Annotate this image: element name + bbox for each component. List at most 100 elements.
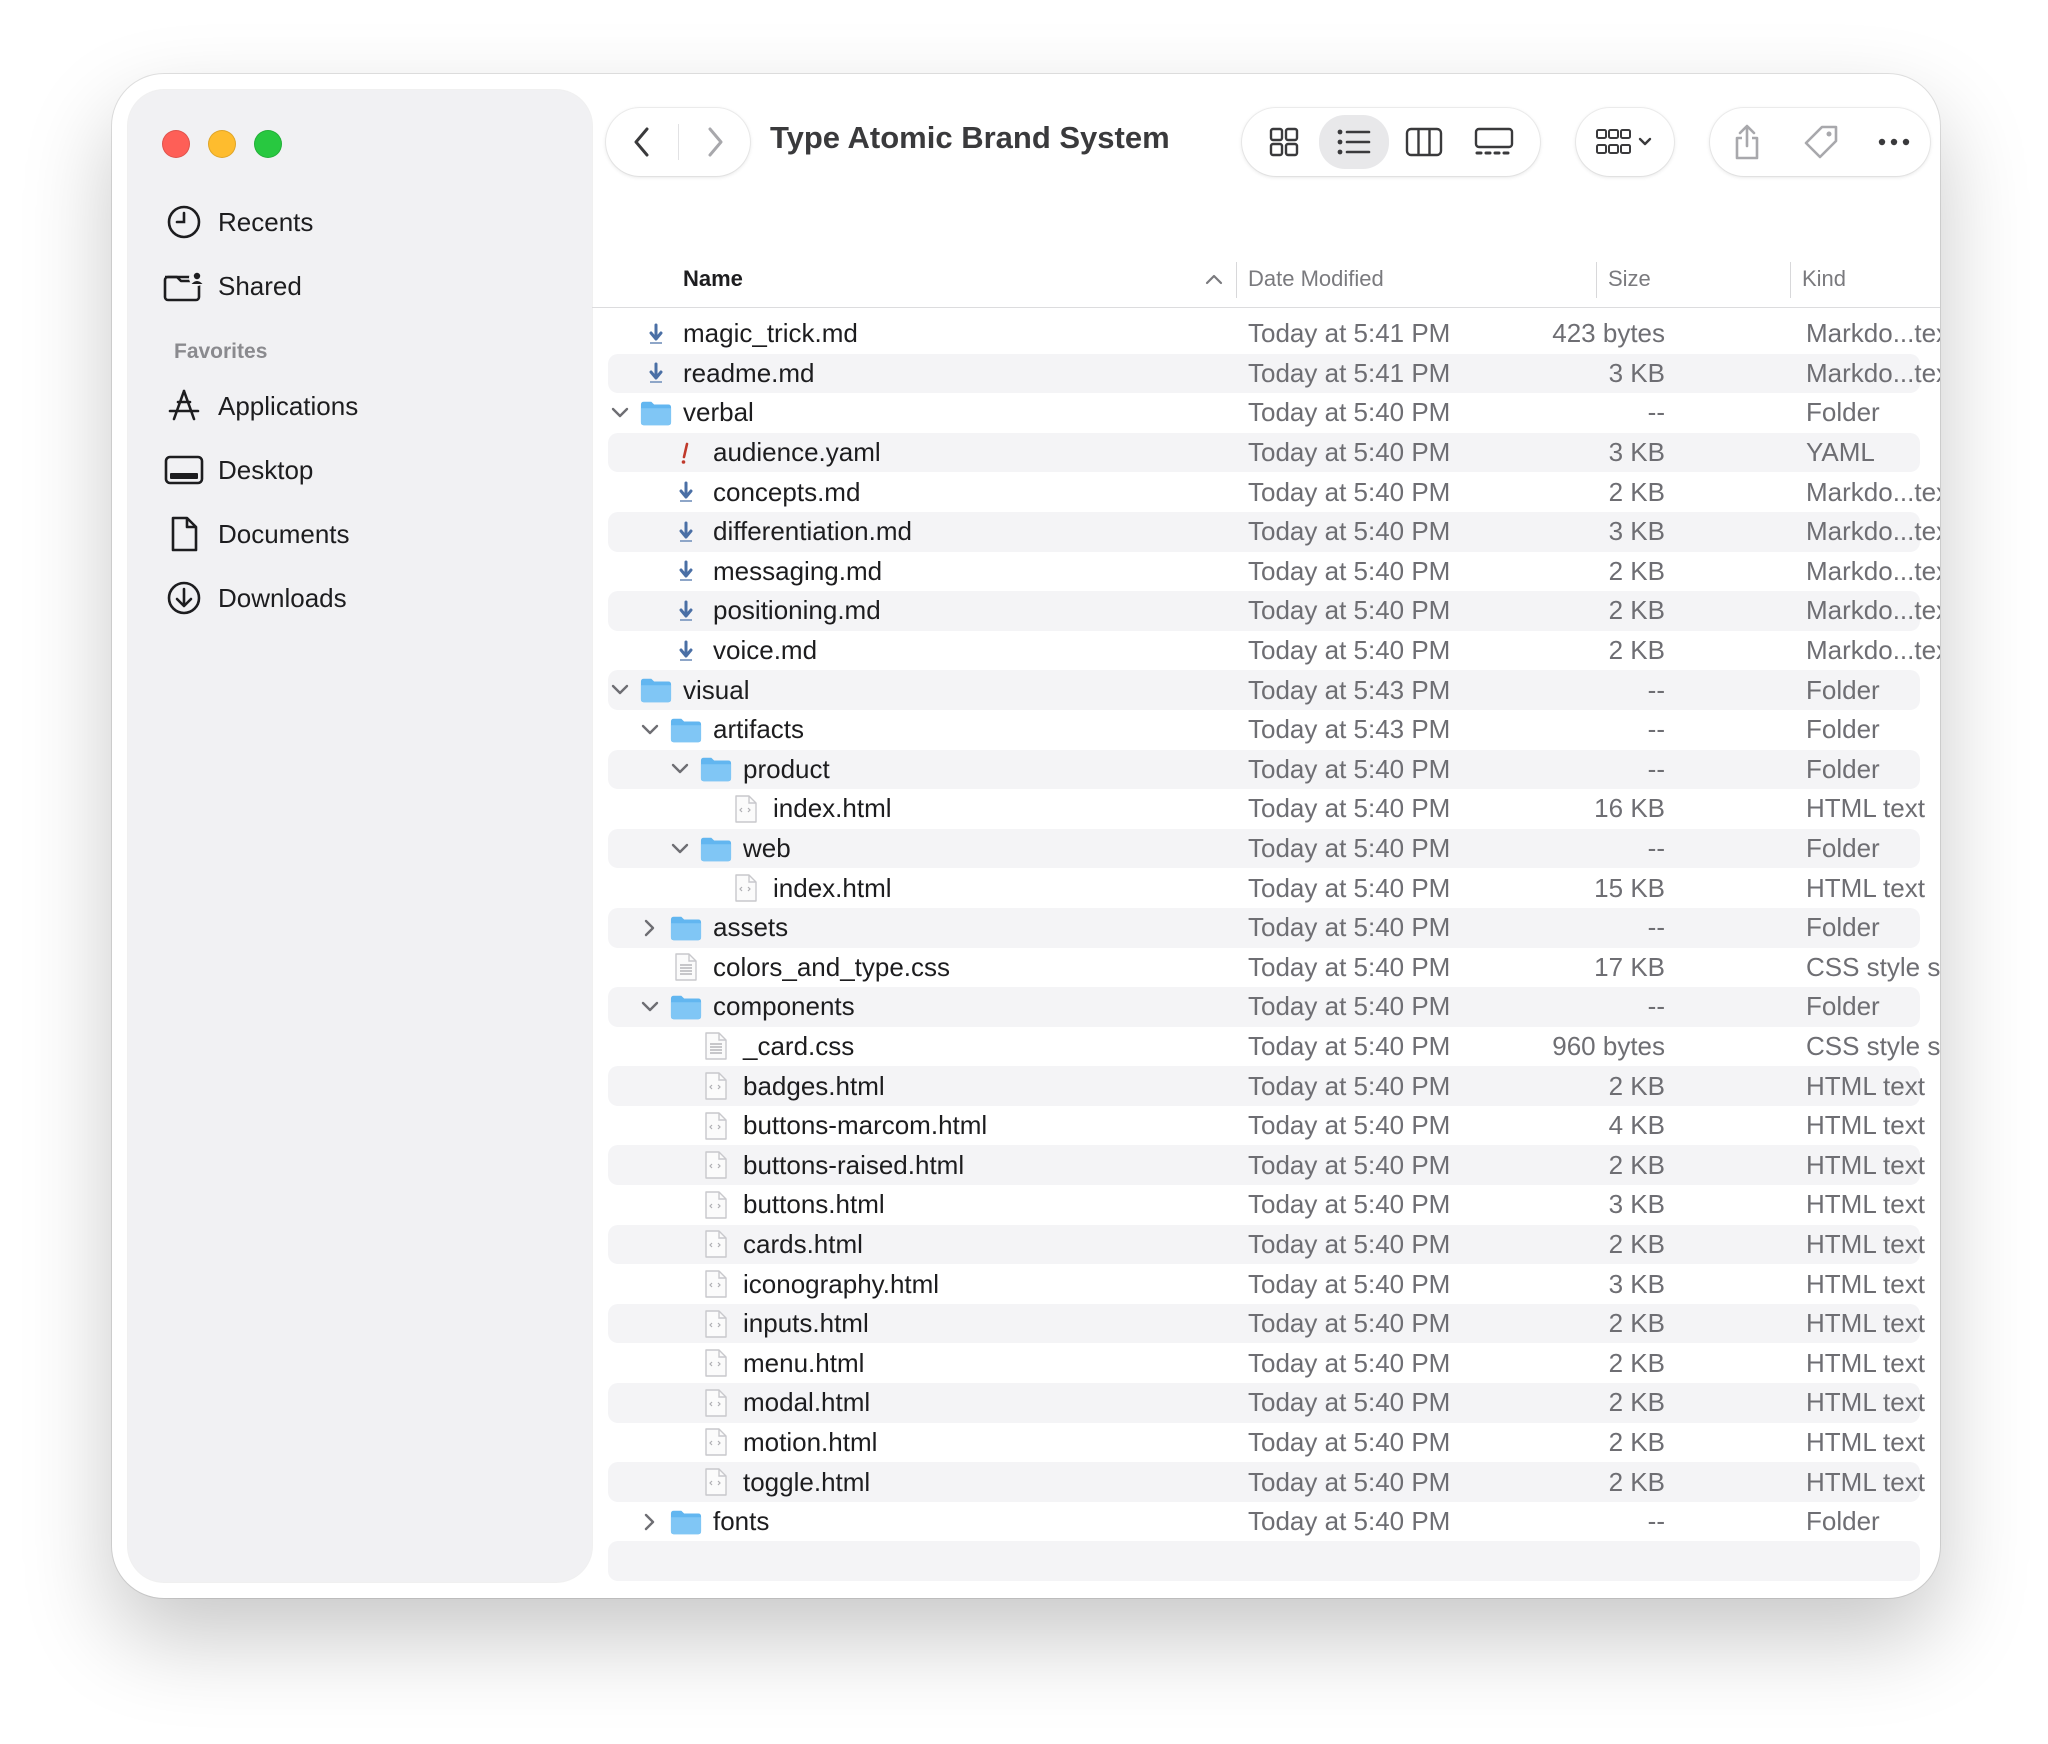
share-button[interactable] xyxy=(1710,108,1784,176)
html-file-icon xyxy=(700,1269,732,1299)
table-row[interactable]: positioning.md Today at 5:40 PM 2 KB Markdo… xyxy=(608,591,1940,631)
table-row[interactable]: assets Today at 5:40 PM -- Folder xyxy=(608,907,1920,948)
minimize-window-button[interactable] xyxy=(208,130,236,158)
column-divider[interactable] xyxy=(1596,262,1597,298)
md-file-icon xyxy=(640,319,672,349)
column-view-button[interactable] xyxy=(1389,108,1459,176)
sidebar-item-label: Desktop xyxy=(218,454,314,485)
icon-view-button[interactable] xyxy=(1249,108,1319,176)
table-row[interactable]: messaging.md Today at 5:40 PM 2 KB Markdo..… xyxy=(608,552,1940,592)
desktop-icon xyxy=(160,450,208,490)
table-row[interactable]: magic_trick.md Today at 5:41 PM 423 bytes M… xyxy=(608,314,1940,354)
table-row[interactable]: inputs.html Today at 5:40 PM 2 KB HTML text xyxy=(608,1303,1925,1344)
disclosure-expanded-icon[interactable] xyxy=(638,718,662,742)
gallery-view-button[interactable] xyxy=(1459,108,1529,176)
back-button[interactable] xyxy=(606,108,678,176)
table-row[interactable]: components Today at 5:40 PM -- Folder xyxy=(608,987,1920,1027)
table-row[interactable]: badges.html Today at 5:40 PM 2 KB HTML text xyxy=(608,1066,1925,1106)
column-header-name[interactable]: Name xyxy=(683,266,743,292)
file-kind: Folder xyxy=(1806,1506,1880,1537)
file-kind: HTML text xyxy=(1806,872,1925,903)
file-kind: Markdo...text file xyxy=(1806,595,1940,626)
table-row[interactable]: toggle.html Today at 5:40 PM 2 KB HTML text xyxy=(608,1462,1925,1502)
close-window-button[interactable] xyxy=(162,130,190,158)
tag-button[interactable] xyxy=(1784,108,1858,176)
md-file-icon xyxy=(640,358,672,388)
table-row[interactable]: menu.html Today at 5:40 PM 2 KB HTML text xyxy=(608,1343,1925,1383)
table-row[interactable]: visual Today at 5:43 PM -- Folder xyxy=(608,670,1920,710)
date-modified: Today at 5:40 PM xyxy=(1248,912,1451,943)
table-row[interactable]: buttons-raised.html Today at 5:40 PM 2 KB H… xyxy=(608,1145,1925,1186)
file-name: modal.html xyxy=(743,1387,871,1418)
column-header-kind[interactable]: Kind xyxy=(1802,266,1846,292)
column-header-date[interactable]: Date Modified xyxy=(1248,266,1384,292)
sidebar-item-desktop[interactable]: Desktop xyxy=(160,444,580,496)
table-row[interactable]: index.html Today at 5:40 PM 15 KB HTML text xyxy=(608,868,1925,908)
file-kind: Folder xyxy=(1806,912,1880,943)
table-row[interactable]: fonts Today at 5:40 PM -- Folder xyxy=(608,1502,1920,1542)
sidebar: Recents Shared Favorites Applications De… xyxy=(128,90,592,1582)
empty-row xyxy=(608,1581,1920,1598)
file-name: fonts xyxy=(713,1506,770,1537)
sidebar-item-recents[interactable]: Recents xyxy=(160,196,580,248)
disclosure-expanded-icon[interactable] xyxy=(668,837,692,861)
table-row[interactable]: colors_and_type.css Today at 5:40 PM 17 KB… xyxy=(608,948,1940,988)
column-divider[interactable] xyxy=(1790,262,1791,298)
file-name: inputs.html xyxy=(743,1308,869,1339)
file-kind: Markdo...text file xyxy=(1806,516,1940,547)
sidebar-item-applications[interactable]: Applications xyxy=(160,380,580,432)
disclosure-collapsed-icon[interactable] xyxy=(638,1510,662,1534)
table-row[interactable]: iconography.html Today at 5:40 PM 3 KB HTML… xyxy=(608,1264,1925,1304)
file-kind: Markdo...text file xyxy=(1806,635,1940,666)
table-row[interactable]: voice.md Today at 5:40 PM 2 KB Markdo...tex… xyxy=(608,631,1940,671)
disclosure-expanded-icon[interactable] xyxy=(608,678,632,702)
table-row[interactable]: buttons.html Today at 5:40 PM 3 KB HTML tex… xyxy=(608,1185,1925,1225)
more-button[interactable] xyxy=(1858,108,1930,176)
list-view-icon xyxy=(1337,129,1371,155)
sidebar-item-documents[interactable]: Documents xyxy=(160,508,580,560)
column-header-size[interactable]: Size xyxy=(1608,266,1651,292)
disclosure-expanded-icon[interactable] xyxy=(638,995,662,1019)
table-row[interactable]: concepts.md Today at 5:40 PM 2 KB Markdo...… xyxy=(608,472,1940,512)
sidebar-item-shared[interactable]: Shared xyxy=(160,260,580,312)
file-kind: HTML text xyxy=(1806,1070,1925,1101)
table-row[interactable]: readme.md Today at 5:41 PM 3 KB Markdo...te… xyxy=(608,353,1940,394)
table-row[interactable]: motion.html Today at 5:40 PM 2 KB HTML text xyxy=(608,1423,1925,1463)
column-divider[interactable] xyxy=(1236,262,1237,298)
table-row[interactable]: buttons-marcom.html Today at 5:40 PM 4 KB H… xyxy=(608,1106,1925,1146)
table-row[interactable]: artifacts Today at 5:43 PM -- Folder xyxy=(608,710,1920,750)
table-row[interactable]: cards.html Today at 5:40 PM 2 KB HTML text xyxy=(608,1224,1925,1265)
date-modified: Today at 5:40 PM xyxy=(1248,1268,1451,1299)
date-modified: Today at 5:40 PM xyxy=(1248,437,1451,468)
list-view-button[interactable] xyxy=(1319,115,1389,169)
table-row[interactable]: index.html Today at 5:40 PM 16 KB HTML text xyxy=(608,789,1925,829)
table-row[interactable]: differentiation.md Today at 5:40 PM 3 KB Ma… xyxy=(608,511,1940,552)
file-kind: HTML text xyxy=(1806,1426,1925,1457)
file-name: badges.html xyxy=(743,1070,885,1101)
sidebar-item-downloads[interactable]: Downloads xyxy=(160,572,580,624)
table-row[interactable]: verbal Today at 5:40 PM -- Folder xyxy=(608,393,1920,433)
table-row[interactable]: modal.html Today at 5:40 PM 2 KB HTML text xyxy=(608,1383,1925,1423)
html-file-icon xyxy=(700,1467,732,1497)
date-modified: Today at 5:40 PM xyxy=(1248,595,1451,626)
table-row[interactable]: audience.yaml Today at 5:40 PM 3 KB YAML xyxy=(608,432,1920,473)
folder-icon xyxy=(670,715,702,745)
view-switcher xyxy=(1242,108,1540,176)
disclosure-expanded-icon[interactable] xyxy=(608,401,632,425)
table-row[interactable]: web Today at 5:40 PM -- Folder xyxy=(608,828,1920,869)
zoom-window-button[interactable] xyxy=(254,130,282,158)
table-row[interactable]: _card.css Today at 5:40 PM 960 bytes CSS st… xyxy=(608,1027,1940,1067)
sidebar-item-label: Recents xyxy=(218,206,314,237)
download-icon xyxy=(160,578,208,618)
date-modified: Today at 5:40 PM xyxy=(1248,1228,1451,1259)
forward-button[interactable] xyxy=(679,108,750,176)
html-file-icon xyxy=(700,1427,732,1457)
md-file-icon xyxy=(670,596,702,626)
table-row[interactable]: product Today at 5:40 PM -- Folder xyxy=(608,749,1920,790)
file-size: 3 KB xyxy=(1608,437,1665,468)
group-by-button[interactable] xyxy=(1576,108,1674,176)
disclosure-expanded-icon[interactable] xyxy=(668,757,692,781)
file-kind: Markdo...text file xyxy=(1806,476,1940,507)
disclosure-collapsed-icon[interactable] xyxy=(638,916,662,940)
html-file-icon xyxy=(700,1071,732,1101)
